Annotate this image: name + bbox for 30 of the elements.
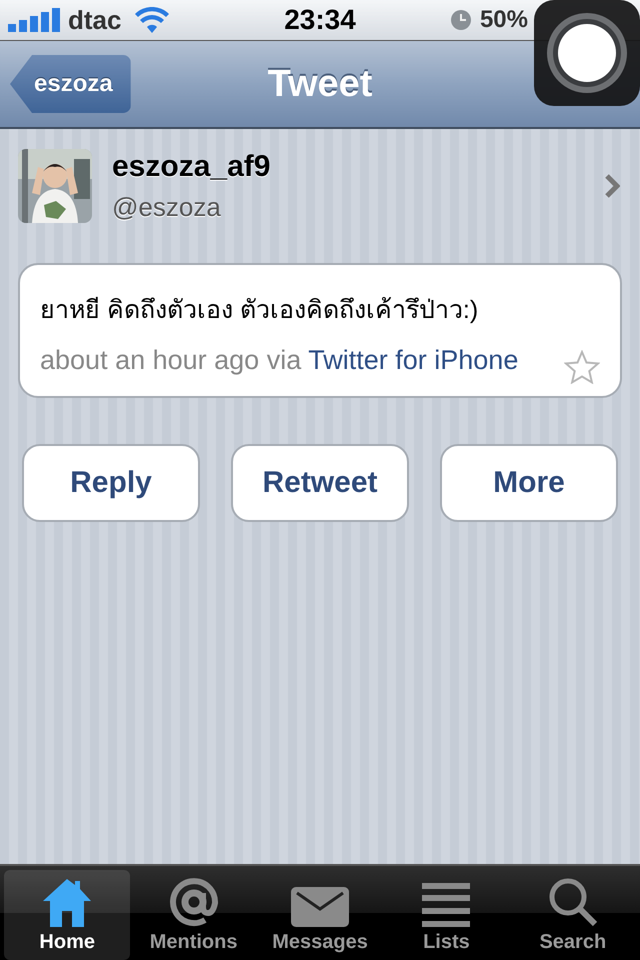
at-sign-icon bbox=[168, 877, 219, 927]
user-handle: @eszoza bbox=[112, 192, 222, 222]
via-label: via bbox=[266, 345, 302, 375]
tab[interactable]: Messages bbox=[256, 870, 384, 960]
tweet-time: about an hour ago bbox=[40, 345, 260, 375]
tab[interactable]: Home bbox=[4, 870, 130, 960]
tab[interactable]: Lists bbox=[383, 870, 510, 960]
tab[interactable]: Search bbox=[510, 870, 636, 960]
envelope-icon bbox=[291, 887, 350, 927]
star-icon[interactable] bbox=[564, 350, 600, 384]
search-icon bbox=[548, 877, 598, 927]
list-icon bbox=[422, 883, 470, 927]
source-link[interactable]: Twitter for iPhone bbox=[308, 345, 518, 375]
assistive-touch-button[interactable] bbox=[534, 0, 640, 106]
action-button[interactable]: Reply bbox=[22, 444, 200, 522]
screen-title: Tweet bbox=[268, 62, 372, 106]
user-name: eszoza_af9 bbox=[112, 150, 270, 184]
signal-icon bbox=[8, 8, 62, 32]
tweet-text: ยาหยี คิดถึงตัวเอง ตัวเองคิดถึงเค้ารึป่าว:) bbox=[40, 295, 480, 326]
carrier-name: dtac bbox=[68, 4, 122, 36]
chevron-icon[interactable] bbox=[604, 173, 620, 199]
wifi-icon bbox=[135, 7, 170, 33]
back-button[interactable]: eszoza bbox=[10, 55, 131, 113]
home-icon bbox=[41, 877, 94, 927]
tab[interactable]: Mentions bbox=[130, 870, 257, 960]
action-button[interactable]: Retweet bbox=[231, 444, 409, 522]
alarm-clock-icon bbox=[450, 9, 472, 31]
action-button[interactable]: More bbox=[440, 444, 618, 522]
battery-percent: 50% bbox=[480, 6, 528, 34]
clock-time: 23:34 bbox=[284, 4, 356, 36]
